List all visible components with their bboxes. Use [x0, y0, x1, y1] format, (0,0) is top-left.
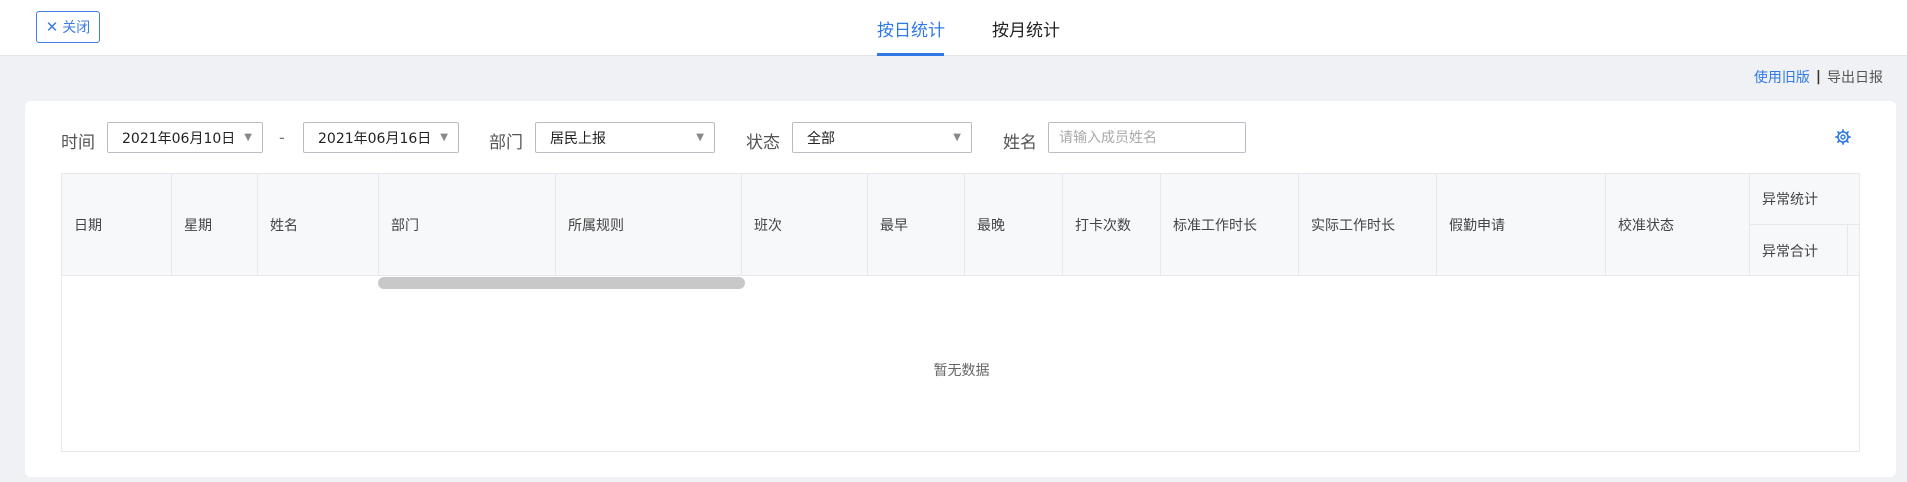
close-label: 关闭 [62, 20, 91, 36]
tab-monthly-stats[interactable]: 按月统计 [992, 16, 1060, 41]
start-date-value: 2021年06月10日 [122, 130, 236, 147]
col-header-date: 日期 [62, 174, 172, 276]
col-header-standard-hours: 标准工作时长 [1161, 174, 1299, 276]
member-name-input[interactable] [1048, 122, 1246, 153]
start-date-select[interactable]: 2021年06月10日 ▼ [107, 122, 263, 153]
department-label: 部门 [489, 133, 523, 153]
col-header-late: 迟 [1848, 225, 1859, 276]
export-daily-link[interactable]: 导出日报 [1827, 67, 1883, 87]
tab-daily-stats[interactable]: 按日统计 [877, 16, 945, 41]
dropdown-arrow-icon: ▼ [696, 132, 704, 143]
top-bar: ✕ 关闭 按日统计 按月统计 [0, 0, 1907, 56]
status-value: 全部 [807, 130, 835, 147]
attendance-table: 日期 星期 姓名 部门 所属规则 班次 最早 最晚 打卡次数 标准工作时长 实际… [61, 173, 1860, 452]
time-label: 时间 [61, 133, 95, 153]
dropdown-arrow-icon: ▼ [440, 132, 448, 143]
col-header-department: 部门 [379, 174, 556, 276]
col-header-weekday: 星期 [172, 174, 258, 276]
name-label: 姓名 [1003, 133, 1037, 153]
dropdown-arrow-icon: ▼ [244, 132, 252, 143]
link-separator: | [1815, 69, 1821, 85]
col-header-exception-total: 异常合计 [1750, 225, 1848, 276]
col-header-name: 姓名 [258, 174, 379, 276]
end-date-select[interactable]: 2021年06月16日 ▼ [303, 122, 459, 153]
use-old-version-link[interactable]: 使用旧版 [1754, 67, 1810, 87]
department-select[interactable]: 居民上报 ▼ [535, 122, 715, 153]
col-group-header-exceptions: 异常统计 [1750, 174, 1859, 225]
col-header-punch-count: 打卡次数 [1063, 174, 1161, 276]
date-range-separator: - [279, 128, 285, 147]
table-header: 日期 星期 姓名 部门 所属规则 班次 最早 最晚 打卡次数 标准工作时长 实际… [62, 174, 1859, 276]
status-select[interactable]: 全部 ▼ [792, 122, 972, 153]
status-label: 状态 [746, 133, 780, 153]
close-button[interactable]: ✕ 关闭 [36, 11, 100, 43]
col-header-leave-request: 假勤申请 [1437, 174, 1606, 276]
settings-gear-icon[interactable] [1835, 129, 1851, 145]
department-value: 居民上报 [550, 130, 606, 147]
col-header-latest: 最晚 [965, 174, 1063, 276]
close-icon: ✕ [45, 17, 59, 36]
end-date-value: 2021年06月16日 [318, 130, 432, 147]
top-links: 使用旧版 | 导出日报 [1754, 67, 1883, 87]
col-header-shift: 班次 [742, 174, 868, 276]
dropdown-arrow-icon: ▼ [953, 132, 961, 143]
col-header-rule: 所属规则 [556, 174, 742, 276]
col-header-calibration-status: 校准状态 [1606, 174, 1750, 276]
empty-state-text: 暂无数据 [933, 363, 990, 379]
col-header-actual-hours: 实际工作时长 [1299, 174, 1437, 276]
horizontal-scrollbar[interactable] [378, 277, 745, 289]
col-header-earliest: 最早 [868, 174, 965, 276]
active-tab-indicator [877, 53, 944, 56]
